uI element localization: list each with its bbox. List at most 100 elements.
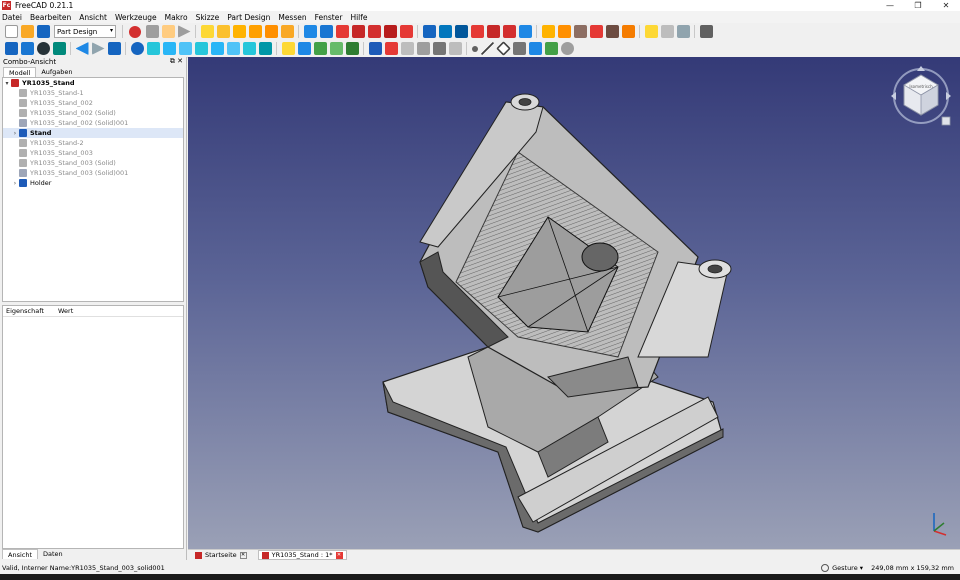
tab-ansicht[interactable]: Ansicht <box>2 549 39 559</box>
tree-item[interactable]: YR1035_Stand_002 <box>3 98 183 108</box>
tree-item[interactable]: YR1035_Stand-1 <box>3 88 183 98</box>
datum-point-icon[interactable] <box>471 45 478 52</box>
subtractive-pipe-icon[interactable] <box>367 25 381 38</box>
draft-icon[interactable] <box>518 25 532 38</box>
sub-shape-binder-icon[interactable] <box>432 42 446 55</box>
measure-linear-icon[interactable] <box>541 25 555 38</box>
maximize-button[interactable]: ❐ <box>904 0 932 11</box>
menu-fenster[interactable]: Fenster <box>315 13 343 22</box>
create-group-icon[interactable] <box>297 42 311 55</box>
tab-aufgaben[interactable]: Aufgaben <box>36 67 77 77</box>
undo-icon[interactable] <box>644 25 658 38</box>
tree-item[interactable]: › Stand <box>3 128 183 138</box>
local-coordinate-system-icon[interactable] <box>512 42 526 55</box>
datum-plane-icon[interactable] <box>495 41 511 56</box>
create-sketch-icon[interactable] <box>384 42 398 55</box>
create-part-icon[interactable] <box>281 42 295 55</box>
menu-hilfe[interactable]: Hilfe <box>350 13 367 22</box>
chamfer-icon[interactable] <box>502 25 516 38</box>
nav-back-icon[interactable] <box>75 42 89 55</box>
view-right-icon[interactable] <box>194 42 208 55</box>
close-icon[interactable]: ✕ <box>239 551 247 559</box>
zoom-icon[interactable] <box>130 42 144 55</box>
subtractive-primitive-icon[interactable] <box>399 25 413 38</box>
measure-angular-icon[interactable] <box>557 25 571 38</box>
tree-item[interactable]: YR1035_Stand_003 <box>3 148 183 158</box>
menu-part-design[interactable]: Part Design <box>227 13 270 22</box>
view-isometric-icon[interactable] <box>146 42 160 55</box>
close-window-button[interactable]: ✕ <box>932 0 960 11</box>
pad-icon[interactable] <box>200 25 214 38</box>
whats-this-icon[interactable] <box>699 25 713 38</box>
additive-loft-icon[interactable] <box>232 25 246 38</box>
macro-play-icon[interactable] <box>177 25 191 38</box>
menu-bearbeiten[interactable]: Bearbeiten <box>30 13 71 22</box>
minimize-button[interactable]: — <box>876 0 904 11</box>
datum-shape-icon[interactable] <box>528 42 542 55</box>
tree-item[interactable]: › Holder <box>3 178 183 188</box>
save-document-icon[interactable] <box>36 25 50 38</box>
view-front-icon[interactable] <box>162 42 176 55</box>
view-bottom-icon[interactable] <box>226 42 240 55</box>
menu-ansicht[interactable]: Ansicht <box>79 13 107 22</box>
macro-record-icon[interactable] <box>129 25 141 38</box>
expand-arrow-icon[interactable]: ▾ <box>3 80 11 87</box>
measure-clear-icon[interactable] <box>589 25 603 38</box>
measure-refresh-icon[interactable] <box>573 25 587 38</box>
3d-model[interactable] <box>188 57 960 549</box>
menu-werkzeuge[interactable]: Werkzeuge <box>115 13 157 22</box>
menu-datei[interactable]: Datei <box>2 13 22 22</box>
navcube-menu-icon[interactable] <box>941 116 951 126</box>
doc-tab-startseite[interactable]: Startseite ✕ <box>192 550 250 560</box>
3d-viewport[interactable]: Isometrisch <box>188 57 960 549</box>
menu-skizze[interactable]: Skizze <box>196 13 220 22</box>
revolution-icon[interactable] <box>216 25 230 38</box>
fit-all-icon[interactable] <box>4 42 18 55</box>
groove-icon[interactable] <box>335 25 349 38</box>
mirrored-icon[interactable] <box>422 25 436 38</box>
tree-item[interactable]: YR1035_Stand_002 (Solid)001 <box>3 118 183 128</box>
additive-pipe-icon[interactable] <box>248 25 262 38</box>
validate-sketch-icon[interactable] <box>400 42 414 55</box>
additive-helix-icon[interactable] <box>264 25 278 38</box>
polar-pattern-icon[interactable] <box>454 25 468 38</box>
additive-primitive-icon[interactable] <box>280 25 294 38</box>
view-top-icon[interactable] <box>178 42 192 55</box>
expand-arrow-icon[interactable]: › <box>11 180 19 187</box>
macro-stop-icon[interactable] <box>145 25 159 38</box>
link-select-icon[interactable] <box>345 42 359 55</box>
nav-forward-icon[interactable] <box>91 42 105 55</box>
tab-daten[interactable]: Daten <box>38 549 68 559</box>
tree-item[interactable]: YR1035_Stand_003 (Solid)001 <box>3 168 183 178</box>
clone-icon[interactable] <box>448 42 462 55</box>
fillet-icon[interactable] <box>486 25 500 38</box>
close-icon[interactable]: ✕ <box>335 551 343 559</box>
linear-pattern-icon[interactable] <box>438 25 452 38</box>
new-document-icon[interactable] <box>4 25 18 38</box>
open-document-icon[interactable] <box>20 25 34 38</box>
tree-item[interactable]: YR1035_Stand_002 (Solid) <box>3 108 183 118</box>
tree-item[interactable]: ▾ YR1035_Stand <box>3 78 183 88</box>
refresh-icon[interactable] <box>676 25 690 38</box>
view-rear-icon[interactable] <box>210 42 224 55</box>
workbench-selector[interactable]: Part Design ▾ <box>54 25 116 38</box>
subtractive-loft-icon[interactable] <box>351 25 365 38</box>
view-menu-icon[interactable] <box>107 42 121 55</box>
measure-toggle-delta-icon[interactable] <box>621 25 635 38</box>
pocket-icon[interactable] <box>303 25 317 38</box>
model-tree[interactable]: ▾ YR1035_Stand YR1035_Stand-1 YR1035_Stand_… <box>2 77 184 302</box>
menu-messen[interactable]: Messen <box>278 13 306 22</box>
create-body-icon[interactable] <box>368 42 382 55</box>
bounding-box-icon[interactable] <box>52 42 66 55</box>
doc-tab-yr1035-stand[interactable]: YR1035_Stand : 1* ✕ <box>257 550 347 560</box>
gear-icon[interactable] <box>560 42 574 55</box>
tree-item[interactable]: YR1035_Stand-2 <box>3 138 183 148</box>
link-icon[interactable] <box>313 42 327 55</box>
menu-makro[interactable]: Makro <box>165 13 188 22</box>
panel-float-close-icon[interactable]: ⧉ ✕ <box>170 57 183 66</box>
shape-binder-icon[interactable] <box>416 42 430 55</box>
datum-line-icon[interactable] <box>480 42 494 55</box>
navigation-style-selector[interactable]: Gesture ▾ <box>821 563 863 572</box>
attach-icon[interactable] <box>544 42 558 55</box>
draw-style-icon[interactable] <box>36 42 50 55</box>
